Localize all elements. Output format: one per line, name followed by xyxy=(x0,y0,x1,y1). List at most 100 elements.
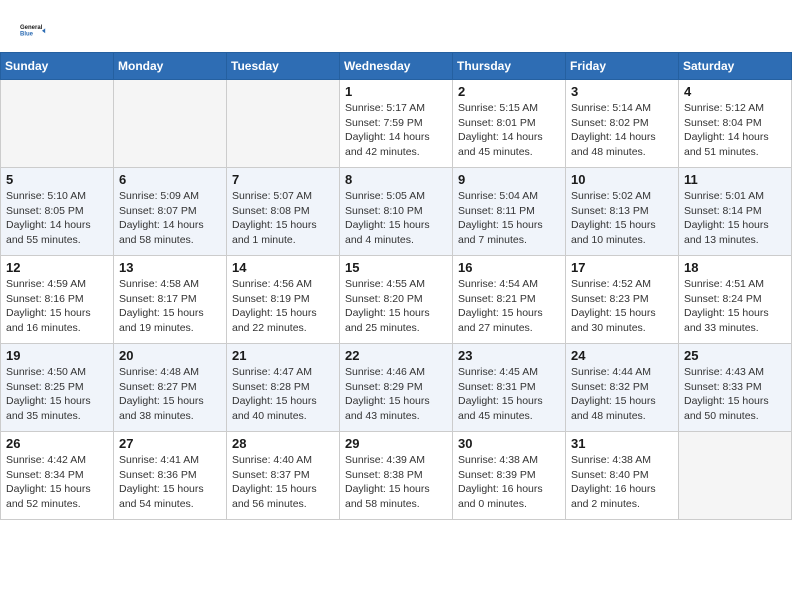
calendar-cell: 9 Sunrise: 5:04 AMSunset: 8:11 PMDaylight… xyxy=(453,168,566,256)
day-info: Sunrise: 5:10 AMSunset: 8:05 PMDaylight:… xyxy=(6,189,108,248)
calendar-cell: 11 Sunrise: 5:01 AMSunset: 8:14 PMDayligh… xyxy=(679,168,792,256)
calendar-cell: 1 Sunrise: 5:17 AMSunset: 7:59 PMDaylight… xyxy=(340,80,453,168)
day-info: Sunrise: 4:43 AMSunset: 8:33 PMDaylight:… xyxy=(684,365,786,424)
day-info: Sunrise: 4:40 AMSunset: 8:37 PMDaylight:… xyxy=(232,453,334,512)
logo: General Blue xyxy=(20,16,48,44)
day-info: Sunrise: 5:07 AMSunset: 8:08 PMDaylight:… xyxy=(232,189,334,248)
day-info: Sunrise: 5:14 AMSunset: 8:02 PMDaylight:… xyxy=(571,101,673,160)
day-header-saturday: Saturday xyxy=(679,53,792,80)
calendar-cell: 6 Sunrise: 5:09 AMSunset: 8:07 PMDaylight… xyxy=(114,168,227,256)
day-number: 15 xyxy=(345,260,447,275)
day-number: 26 xyxy=(6,436,108,451)
day-number: 10 xyxy=(571,172,673,187)
day-number: 2 xyxy=(458,84,560,99)
day-number: 19 xyxy=(6,348,108,363)
day-info: Sunrise: 4:50 AMSunset: 8:25 PMDaylight:… xyxy=(6,365,108,424)
day-number: 9 xyxy=(458,172,560,187)
day-number: 12 xyxy=(6,260,108,275)
day-number: 24 xyxy=(571,348,673,363)
day-info: Sunrise: 4:45 AMSunset: 8:31 PMDaylight:… xyxy=(458,365,560,424)
day-info: Sunrise: 5:04 AMSunset: 8:11 PMDaylight:… xyxy=(458,189,560,248)
day-info: Sunrise: 5:05 AMSunset: 8:10 PMDaylight:… xyxy=(345,189,447,248)
calendar-cell: 21 Sunrise: 4:47 AMSunset: 8:28 PMDayligh… xyxy=(227,344,340,432)
svg-text:Blue: Blue xyxy=(20,32,34,38)
calendar-cell xyxy=(1,80,114,168)
day-info: Sunrise: 4:42 AMSunset: 8:34 PMDaylight:… xyxy=(6,453,108,512)
day-info: Sunrise: 4:38 AMSunset: 8:39 PMDaylight:… xyxy=(458,453,560,512)
calendar-cell: 10Sunrise: 5:02 AMSunset: 8:13 PMDayligh… xyxy=(566,168,679,256)
calendar-week-4: 19 Sunrise: 4:50 AMSunset: 8:25 PMDayligh… xyxy=(1,344,792,432)
day-info: Sunrise: 4:54 AMSunset: 8:21 PMDaylight:… xyxy=(458,277,560,336)
day-number: 25 xyxy=(684,348,786,363)
day-number: 17 xyxy=(571,260,673,275)
calendar-cell: 5 Sunrise: 5:10 AMSunset: 8:05 PMDaylight… xyxy=(1,168,114,256)
day-info: Sunrise: 4:46 AMSunset: 8:29 PMDaylight:… xyxy=(345,365,447,424)
calendar-cell: 18 Sunrise: 4:51 AMSunset: 8:24 PMDayligh… xyxy=(679,256,792,344)
day-number: 27 xyxy=(119,436,221,451)
day-info: Sunrise: 5:09 AMSunset: 8:07 PMDaylight:… xyxy=(119,189,221,248)
calendar-cell xyxy=(679,432,792,520)
day-number: 20 xyxy=(119,348,221,363)
day-number: 6 xyxy=(119,172,221,187)
calendar-cell: 28 Sunrise: 4:40 AMSunset: 8:37 PMDayligh… xyxy=(227,432,340,520)
calendar-cell: 27Sunrise: 4:41 AMSunset: 8:36 PMDayligh… xyxy=(114,432,227,520)
calendar-cell: 12 Sunrise: 4:59 AMSunset: 8:16 PMDayligh… xyxy=(1,256,114,344)
calendar-cell: 17 Sunrise: 4:52 AMSunset: 8:23 PMDayligh… xyxy=(566,256,679,344)
calendar-cell: 25 Sunrise: 4:43 AMSunset: 8:33 PMDayligh… xyxy=(679,344,792,432)
day-number: 21 xyxy=(232,348,334,363)
day-info: Sunrise: 4:59 AMSunset: 8:16 PMDaylight:… xyxy=(6,277,108,336)
day-header-wednesday: Wednesday xyxy=(340,53,453,80)
calendar-header-row: SundayMondayTuesdayWednesdayThursdayFrid… xyxy=(1,53,792,80)
day-number: 7 xyxy=(232,172,334,187)
day-number: 4 xyxy=(684,84,786,99)
calendar-cell: 26 Sunrise: 4:42 AMSunset: 8:34 PMDayligh… xyxy=(1,432,114,520)
day-number: 16 xyxy=(458,260,560,275)
calendar-cell: 2 Sunrise: 5:15 AMSunset: 8:01 PMDaylight… xyxy=(453,80,566,168)
day-info: Sunrise: 4:47 AMSunset: 8:28 PMDaylight:… xyxy=(232,365,334,424)
day-info: Sunrise: 5:15 AMSunset: 8:01 PMDaylight:… xyxy=(458,101,560,160)
day-info: Sunrise: 4:48 AMSunset: 8:27 PMDaylight:… xyxy=(119,365,221,424)
calendar-cell: 31 Sunrise: 4:38 AMSunset: 8:40 PMDayligh… xyxy=(566,432,679,520)
calendar-cell xyxy=(114,80,227,168)
day-header-tuesday: Tuesday xyxy=(227,53,340,80)
logo-icon: General Blue xyxy=(20,16,48,44)
day-info: Sunrise: 5:17 AMSunset: 7:59 PMDaylight:… xyxy=(345,101,447,160)
day-number: 31 xyxy=(571,436,673,451)
day-info: Sunrise: 4:38 AMSunset: 8:40 PMDaylight:… xyxy=(571,453,673,512)
calendar-cell: 4 Sunrise: 5:12 AMSunset: 8:04 PMDaylight… xyxy=(679,80,792,168)
calendar-cell: 19 Sunrise: 4:50 AMSunset: 8:25 PMDayligh… xyxy=(1,344,114,432)
day-info: Sunrise: 5:12 AMSunset: 8:04 PMDaylight:… xyxy=(684,101,786,160)
calendar-cell: 8 Sunrise: 5:05 AMSunset: 8:10 PMDaylight… xyxy=(340,168,453,256)
day-info: Sunrise: 4:58 AMSunset: 8:17 PMDaylight:… xyxy=(119,277,221,336)
calendar-week-2: 5 Sunrise: 5:10 AMSunset: 8:05 PMDaylight… xyxy=(1,168,792,256)
calendar-week-1: 1 Sunrise: 5:17 AMSunset: 7:59 PMDaylight… xyxy=(1,80,792,168)
day-info: Sunrise: 4:52 AMSunset: 8:23 PMDaylight:… xyxy=(571,277,673,336)
day-number: 1 xyxy=(345,84,447,99)
calendar-cell: 3 Sunrise: 5:14 AMSunset: 8:02 PMDaylight… xyxy=(566,80,679,168)
day-number: 8 xyxy=(345,172,447,187)
day-info: Sunrise: 4:44 AMSunset: 8:32 PMDaylight:… xyxy=(571,365,673,424)
calendar-table: SundayMondayTuesdayWednesdayThursdayFrid… xyxy=(0,52,792,520)
day-number: 30 xyxy=(458,436,560,451)
calendar-cell: 7 Sunrise: 5:07 AMSunset: 8:08 PMDaylight… xyxy=(227,168,340,256)
calendar-cell: 22Sunrise: 4:46 AMSunset: 8:29 PMDayligh… xyxy=(340,344,453,432)
calendar-cell: 14Sunrise: 4:56 AMSunset: 8:19 PMDayligh… xyxy=(227,256,340,344)
calendar-cell: 29Sunrise: 4:39 AMSunset: 8:38 PMDayligh… xyxy=(340,432,453,520)
day-number: 11 xyxy=(684,172,786,187)
day-header-thursday: Thursday xyxy=(453,53,566,80)
calendar-cell: 15Sunrise: 4:55 AMSunset: 8:20 PMDayligh… xyxy=(340,256,453,344)
day-header-monday: Monday xyxy=(114,53,227,80)
day-number: 28 xyxy=(232,436,334,451)
page-header: General Blue xyxy=(0,0,792,52)
day-number: 23 xyxy=(458,348,560,363)
calendar-cell: 24 Sunrise: 4:44 AMSunset: 8:32 PMDayligh… xyxy=(566,344,679,432)
day-info: Sunrise: 5:01 AMSunset: 8:14 PMDaylight:… xyxy=(684,189,786,248)
day-number: 13 xyxy=(119,260,221,275)
day-number: 3 xyxy=(571,84,673,99)
day-header-sunday: Sunday xyxy=(1,53,114,80)
day-info: Sunrise: 4:51 AMSunset: 8:24 PMDaylight:… xyxy=(684,277,786,336)
day-number: 5 xyxy=(6,172,108,187)
day-header-friday: Friday xyxy=(566,53,679,80)
day-info: Sunrise: 4:56 AMSunset: 8:19 PMDaylight:… xyxy=(232,277,334,336)
day-number: 18 xyxy=(684,260,786,275)
